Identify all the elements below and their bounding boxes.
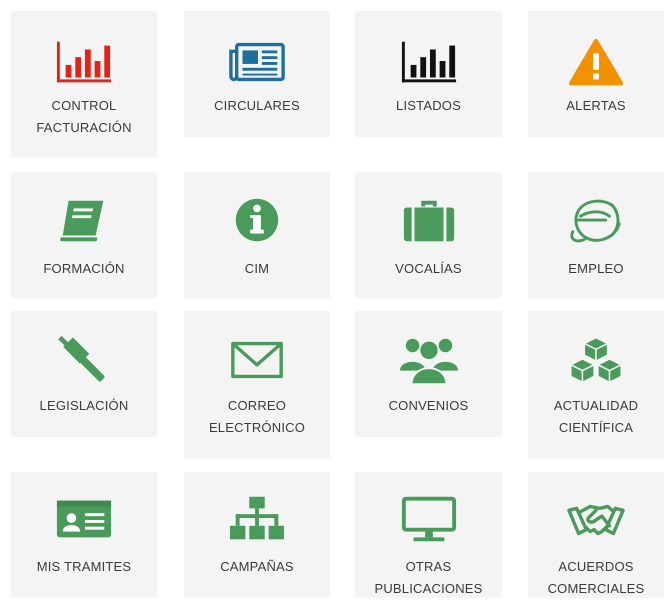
tile-mis-tramites[interactable]: MIS TRAMITES: [11, 472, 157, 598]
tile-convenios[interactable]: CONVENIOS: [355, 311, 502, 437]
tile-label: MIS TRAMITES: [36, 559, 132, 574]
tile-label: EMPLEO: [568, 261, 624, 276]
tile-label: ALERTAS: [566, 98, 626, 113]
tile-label: ACTUALIDAD CIENTÍFICA: [553, 398, 639, 435]
tile-vocalias[interactable]: VOCALÍAS: [355, 172, 502, 298]
handshake-icon: [567, 494, 625, 544]
tile-label: LISTADOS: [396, 98, 461, 113]
tile-correo-electronico[interactable]: CORREO ELECTRÓNICO: [184, 311, 330, 458]
id-card-icon: [55, 494, 113, 544]
tile-label: CONVENIOS: [388, 398, 469, 413]
info-icon: [228, 196, 286, 246]
bar-chart-icon: [400, 37, 458, 87]
tile-label: CIRCULARES: [214, 98, 300, 113]
briefcase-icon: [400, 196, 458, 246]
tile-control-facturacion[interactable]: CONTROL FACTURACIÓN: [11, 11, 157, 158]
cubes-icon: [567, 335, 625, 385]
tile-listados[interactable]: LISTADOS: [355, 11, 502, 137]
tile-label: ACUERDOS COMERCIALES: [547, 559, 645, 596]
swirl-e-icon: [567, 196, 625, 246]
tile-campanas[interactable]: CAMPAÑAS: [184, 472, 330, 598]
warning-icon: [567, 37, 625, 87]
tile-label: FORMACIÓN: [43, 261, 125, 276]
tile-actualidad-cientifica[interactable]: ACTUALIDAD CIENTÍFICA: [528, 311, 664, 458]
tile-label: CIM: [244, 261, 270, 276]
tile-label: VOCALÍAS: [395, 261, 462, 276]
bar-chart-icon: [55, 37, 113, 87]
tile-label: CORREO ELECTRÓNICO: [208, 398, 306, 435]
tile-legislacion[interactable]: LEGISLACIÓN: [11, 311, 157, 437]
tile-acuerdos-comerciales[interactable]: ACUERDOS COMERCIALES: [528, 472, 664, 598]
gavel-icon: [55, 335, 113, 385]
envelope-icon: [228, 335, 286, 385]
tile-label: LEGISLACIÓN: [39, 398, 129, 413]
group-icon: [399, 335, 458, 386]
tile-cim[interactable]: CIM: [184, 172, 330, 298]
tile-empleo[interactable]: EMPLEO: [528, 172, 664, 298]
sitemap-icon: [228, 494, 286, 544]
book-icon: [55, 196, 113, 246]
monitor-icon: [400, 494, 458, 544]
tile-otras-publicaciones[interactable]: OTRAS PUBLICACIONES: [355, 472, 502, 598]
tile-label: CONTROL FACTURACIÓN: [36, 98, 132, 135]
tile-label: CAMPAÑAS: [220, 559, 294, 574]
tile-alertas[interactable]: ALERTAS: [528, 11, 664, 137]
tile-formacion[interactable]: FORMACIÓN: [11, 172, 157, 298]
tile-label: OTRAS PUBLICACIONES: [374, 559, 483, 596]
newspaper-icon: [228, 37, 286, 87]
tile-circulares[interactable]: CIRCULARES: [184, 11, 330, 137]
